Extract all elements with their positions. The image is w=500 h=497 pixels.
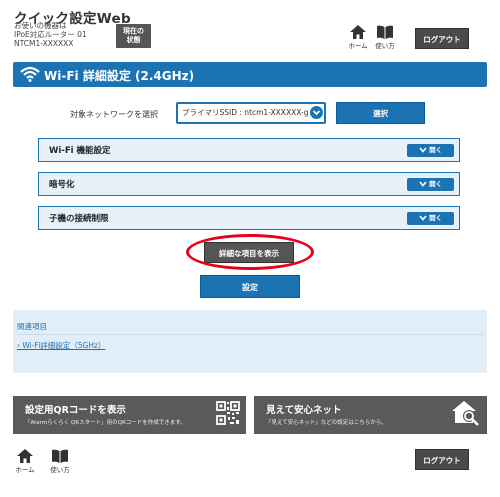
safe-net-panel[interactable]: 見えて安心ネット 「見えて安心ネット」などの設定はこちらから。 [254, 396, 487, 434]
chevron-down-icon [419, 147, 427, 153]
highlight-ring [186, 234, 314, 270]
qr-panel-desc: 「Atermらくらく QRスタート」用のQRコードを作成できます。 [25, 420, 186, 426]
qr-panel-title: 設定用QRコードを表示 [25, 405, 126, 416]
footer-home-nav[interactable]: ホーム [12, 449, 38, 474]
related-section: 関連項目 › Wi-Fi詳細設定（5GHz） [13, 310, 487, 373]
device-id: NTCM1-XXXXXX [14, 39, 74, 48]
book-icon [377, 25, 393, 39]
chevron-down-icon [310, 106, 323, 119]
related-link-5ghz[interactable]: › Wi-Fi詳細設定（5GHz） [17, 340, 105, 351]
home-label: ホーム [15, 466, 35, 474]
home-icon [350, 25, 366, 39]
chevron-down-icon [419, 215, 427, 221]
footer: ホーム 使い方 ログアウト [0, 443, 500, 497]
network-select-label: 対象ネットワークを選択 [70, 110, 158, 119]
divider [17, 334, 483, 335]
page-title: Wi-Fi 詳細設定 (2.4GHz) [44, 69, 195, 83]
footer-logout-button[interactable]: ログアウト [415, 449, 469, 470]
open-button[interactable]: 開く [407, 178, 454, 191]
safe-panel-title: 見えて安心ネット [266, 405, 342, 416]
set-button[interactable]: 設定 [200, 275, 300, 298]
accordion-client-restriction[interactable]: 子機の接続制限 開く [38, 206, 460, 230]
footer-guide-nav[interactable]: 使い方 [47, 449, 73, 474]
accordion-encryption[interactable]: 暗号化 開く [38, 172, 460, 196]
device-info-line-1: お使いの機器は [14, 21, 67, 30]
book-icon [52, 449, 68, 463]
accordion-wifi-function[interactable]: Wi-Fi 機能設定 開く [38, 138, 460, 162]
guide-label: 使い方 [375, 42, 395, 50]
ssid-selected-value: プライマリSSID : ntcm1-XXXXXX-g [182, 108, 309, 117]
home-nav[interactable]: ホーム [345, 25, 371, 50]
chevron-down-icon [419, 181, 427, 187]
header: クイック設定Web お使いの機器は IPoE対応ルーター 01 NTCM1-XX… [0, 0, 500, 52]
related-title: 関連項目 [17, 322, 47, 331]
select-button[interactable]: 選択 [336, 102, 425, 124]
house-search-icon [452, 401, 479, 426]
qr-code-icon [216, 401, 240, 425]
device-model: IPoE対応ルーター 01 [14, 30, 87, 39]
qr-code-panel[interactable]: 設定用QRコードを表示 「Atermらくらく QRスタート」用のQRコードを作成… [13, 396, 246, 434]
current-status-button[interactable]: 現在の 状態 [116, 24, 151, 48]
open-button[interactable]: 開く [407, 212, 454, 225]
accordion-label: 子機の接続制限 [49, 214, 109, 224]
home-label: ホーム [348, 42, 368, 50]
ssid-select[interactable]: プライマリSSID : ntcm1-XXXXXX-g [176, 102, 326, 124]
section-header: Wi-Fi 詳細設定 (2.4GHz) [13, 62, 487, 87]
guide-label: 使い方 [50, 466, 70, 474]
open-button[interactable]: 開く [407, 144, 454, 157]
accordion-label: 暗号化 [49, 180, 75, 190]
bullet-arrow-icon: › [17, 341, 20, 350]
home-icon [17, 449, 33, 463]
guide-nav[interactable]: 使い方 [372, 25, 398, 50]
safe-panel-desc: 「見えて安心ネット」などの設定はこちらから。 [266, 420, 387, 426]
accordion-label: Wi-Fi 機能設定 [49, 146, 111, 156]
logout-button[interactable]: ログアウト [415, 28, 469, 49]
wifi-icon [20, 66, 40, 82]
